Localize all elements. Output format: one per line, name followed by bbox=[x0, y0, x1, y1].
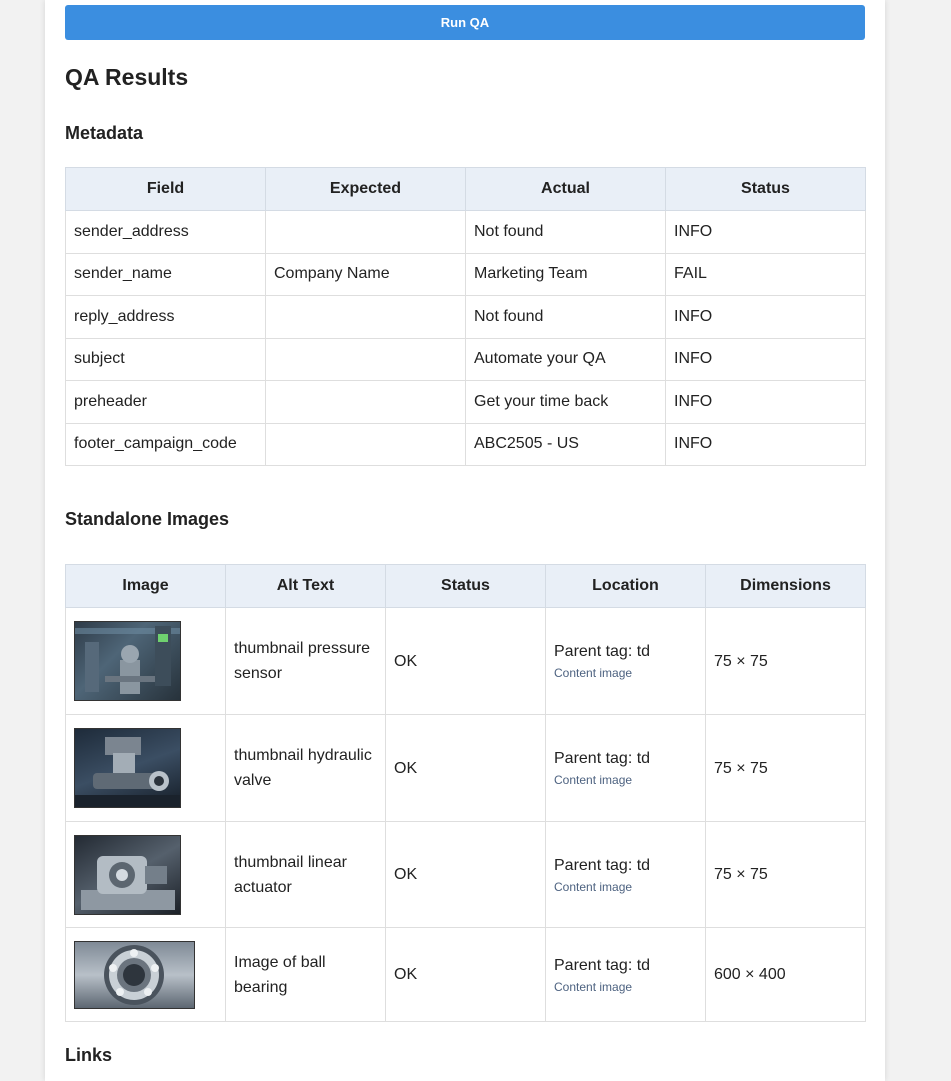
column-header-status: Status bbox=[665, 167, 866, 211]
run-qa-button[interactable]: Run QA bbox=[65, 5, 865, 40]
location-note: Content image bbox=[554, 773, 633, 787]
actual-cell: Automate your QA bbox=[465, 337, 666, 381]
status-cell: OK bbox=[385, 821, 546, 928]
status-cell: FAIL bbox=[665, 252, 866, 296]
table-row: preheader Get your time back INFO bbox=[65, 380, 866, 424]
column-header-expected: Expected bbox=[265, 167, 466, 211]
location-parent-tag: Parent tag: td bbox=[554, 643, 651, 660]
column-header-actual: Actual bbox=[465, 167, 666, 211]
actual-cell: Not found bbox=[465, 295, 666, 339]
column-header-alt-text: Alt Text bbox=[225, 564, 386, 608]
image-cell bbox=[65, 607, 226, 715]
actual-cell: Not found bbox=[465, 210, 666, 254]
dimensions-cell: 600 × 400 bbox=[705, 927, 866, 1022]
pressure-sensor-photo-icon bbox=[75, 626, 180, 694]
qa-results-title: QA Results bbox=[65, 64, 189, 90]
actual-cell: Marketing Team bbox=[465, 252, 666, 296]
field-cell: preheader bbox=[65, 380, 266, 424]
location-parent-tag: Parent tag: td bbox=[554, 856, 651, 874]
image-cell bbox=[65, 821, 226, 928]
field-cell: reply_address bbox=[65, 295, 266, 339]
actual-cell: Get your time back bbox=[465, 380, 666, 424]
alt-text-cell: Image of ball bearing bbox=[225, 927, 386, 1022]
alt-text-cell: thumbnail pressure sensor bbox=[225, 607, 386, 715]
standalone-images-section-title: Standalone Images bbox=[65, 509, 230, 529]
status-cell: OK bbox=[385, 607, 546, 715]
location-note: Content image bbox=[554, 879, 633, 894]
metadata-table: Field Expected Actual Status sender_addr… bbox=[65, 167, 866, 466]
field-cell: subject bbox=[65, 337, 266, 381]
status-cell: INFO bbox=[665, 210, 866, 254]
hydraulic-valve-photo-icon bbox=[75, 737, 180, 807]
table-row: thumbnail pressure sensor OK Parent tag:… bbox=[65, 607, 866, 715]
location-cell: Parent tag: td Content image bbox=[545, 927, 706, 1022]
table-row: sender_address Not found INFO bbox=[65, 210, 866, 254]
metadata-header-row: Field Expected Actual Status bbox=[65, 167, 866, 211]
table-row: Image of ball bearing OK Parent tag: td … bbox=[65, 927, 866, 1022]
linear-actuator-thumbnail bbox=[74, 834, 181, 915]
table-row: thumbnail linear actuator OK Parent tag:… bbox=[65, 821, 866, 928]
field-cell: sender_name bbox=[65, 252, 266, 296]
image-cell bbox=[65, 927, 226, 1022]
field-cell: footer_campaign_code bbox=[65, 422, 266, 466]
column-header-status: Status bbox=[385, 564, 546, 608]
location-cell: Parent tag: td Content image bbox=[545, 714, 706, 822]
location-parent-tag: Parent tag: td bbox=[554, 750, 651, 767]
location-note: Content image bbox=[554, 979, 633, 994]
dimensions-cell: 75 × 75 bbox=[705, 714, 866, 822]
expected-cell: Company Name bbox=[265, 252, 466, 296]
status-cell: OK bbox=[385, 714, 546, 822]
field-cell: sender_address bbox=[65, 210, 266, 254]
actual-cell: ABC2505 - US bbox=[465, 422, 666, 466]
status-cell: INFO bbox=[665, 337, 866, 381]
ball-bearing-thumbnail bbox=[74, 940, 195, 1009]
expected-cell bbox=[265, 380, 466, 424]
linear-actuator-photo-icon bbox=[81, 855, 175, 910]
table-row: subject Automate your QA INFO bbox=[65, 337, 866, 381]
metadata-section-title: Metadata bbox=[65, 123, 144, 143]
qa-panel: Run QA QA Results Metadata Field Expecte… bbox=[45, 0, 885, 1081]
expected-cell bbox=[265, 337, 466, 381]
expected-cell bbox=[265, 422, 466, 466]
expected-cell bbox=[265, 295, 466, 339]
location-parent-tag: Parent tag: td bbox=[554, 956, 651, 974]
column-header-field: Field bbox=[65, 167, 266, 211]
table-row: sender_name Company Name Marketing Team … bbox=[65, 252, 866, 296]
location-cell: Parent tag: td Content image bbox=[545, 607, 706, 715]
table-row: footer_campaign_code ABC2505 - US INFO bbox=[65, 422, 866, 466]
standalone-images-table: Image Alt Text Status Location Dimension… bbox=[65, 564, 866, 1022]
location-note: Content image bbox=[554, 666, 633, 680]
column-header-dimensions: Dimensions bbox=[705, 564, 866, 608]
links-section-title: Links bbox=[65, 1045, 113, 1065]
status-cell: INFO bbox=[665, 380, 866, 424]
table-row: thumbnail hydraulic valve OK Parent tag:… bbox=[65, 714, 866, 822]
hydraulic-valve-thumbnail bbox=[74, 728, 181, 808]
pressure-sensor-thumbnail bbox=[74, 621, 181, 701]
expected-cell bbox=[265, 210, 466, 254]
status-cell: INFO bbox=[665, 295, 866, 339]
images-header-row: Image Alt Text Status Location Dimension… bbox=[65, 564, 866, 608]
image-cell bbox=[65, 714, 226, 822]
alt-text-cell: thumbnail hydraulic valve bbox=[225, 714, 386, 822]
alt-text-cell: thumbnail linear actuator bbox=[225, 821, 386, 928]
location-cell: Parent tag: td Content image bbox=[545, 821, 706, 928]
ball-bearing-photo-icon bbox=[104, 944, 164, 1005]
column-header-location: Location bbox=[545, 564, 706, 608]
status-cell: INFO bbox=[665, 422, 866, 466]
dimensions-cell: 75 × 75 bbox=[705, 607, 866, 715]
column-header-image: Image bbox=[65, 564, 226, 608]
status-cell: OK bbox=[385, 927, 546, 1022]
table-row: reply_address Not found INFO bbox=[65, 295, 866, 339]
dimensions-cell: 75 × 75 bbox=[705, 821, 866, 928]
